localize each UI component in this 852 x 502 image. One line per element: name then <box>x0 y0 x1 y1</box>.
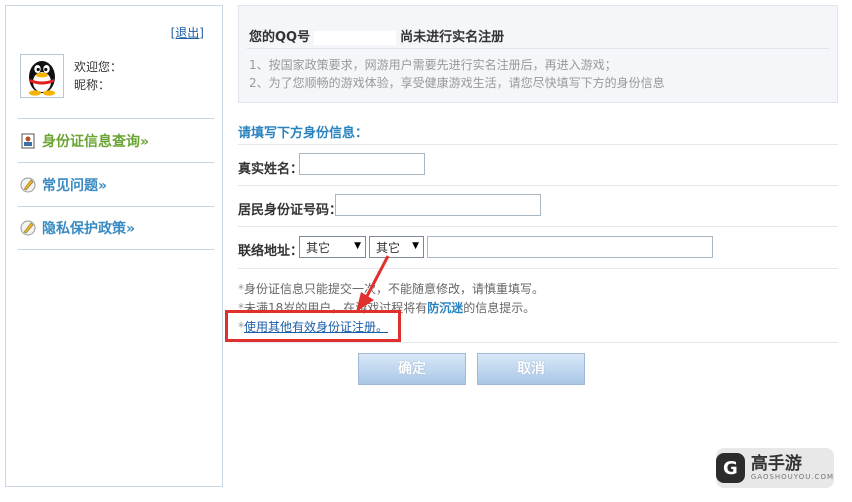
real-name-label: 真实姓名： <box>238 162 304 177</box>
notice-lines: 1、按国家政策要求，网游用户需要先进行实名注册后，再进入游戏； 2、为了您顺畅的… <box>249 56 665 92</box>
penguin-icon <box>29 61 55 96</box>
divider <box>238 226 838 227</box>
sidebar-menu: 身份证信息查询» 常见问题» 隐私保护政策» <box>18 118 214 250</box>
nickname-label: 昵称： <box>74 78 111 92</box>
divider <box>238 144 838 145</box>
brand-name: 高手游 <box>750 454 802 474</box>
pencil-icon <box>20 177 36 193</box>
user-info: 欢迎您： 昵称： <box>20 54 210 108</box>
welcome-label: 欢迎您： <box>74 60 123 74</box>
red-arrow-icon <box>356 255 390 312</box>
divider <box>238 342 838 343</box>
anti-addiction-label: 防沉迷 <box>427 301 464 315</box>
dropdown-arrow-icon: ▼ <box>412 241 419 251</box>
province-select-value: 其它 <box>306 240 331 255</box>
cancel-button[interactable]: 取消 <box>477 353 585 385</box>
sidebar-item-label: 隐私保护政策» <box>42 221 136 237</box>
id-number-label: 居民身份证号码： <box>238 203 343 218</box>
confirm-button[interactable]: 确定 <box>358 353 466 385</box>
notice-line-2: 2、为了您顺畅的游戏体验，享受健康游戏生活，请您尽快填写下方的身份信息 <box>249 76 665 90</box>
sidebar-item-privacy[interactable]: 隐私保护政策» <box>18 206 214 250</box>
address-input[interactable] <box>427 236 713 258</box>
sidebar-item-faq[interactable]: 常见问题» <box>18 162 214 206</box>
divider <box>247 48 829 49</box>
notice-title-prefix: 您的QQ号 <box>249 30 311 45</box>
masked-qq-number <box>314 30 397 45</box>
real-name-input[interactable] <box>299 153 425 175</box>
id-number-input[interactable] <box>335 194 541 216</box>
divider <box>238 268 838 269</box>
address-label: 联络地址： <box>238 244 304 259</box>
brand-logo-icon: G <box>716 453 745 483</box>
brand-text: 高手游 GAOSHOUYOU.COM <box>751 455 834 481</box>
watermark-logo: G 高手游 GAOSHOUYOU.COM <box>716 448 834 488</box>
notice-panel: 您的QQ号 尚未进行实名注册 1、按国家政策要求，网游用户需要先进行实名注册后，再… <box>238 5 838 103</box>
hint-text-2-post: 的信息提示。 <box>463 301 536 315</box>
sidebar-item-id-query[interactable]: 身份证信息查询» <box>18 118 214 162</box>
qq-penguin-avatar <box>20 54 64 98</box>
form-section-title: 请填写下方身份信息： <box>238 126 369 141</box>
sidebar-item-label: 常见问题» <box>42 177 108 194</box>
pencil-icon <box>20 220 36 236</box>
divider <box>238 185 838 186</box>
notice-title: 您的QQ号 尚未进行实名注册 <box>249 26 504 45</box>
id-card-icon <box>20 133 36 149</box>
notice-line-1: 1、按国家政策要求，网游用户需要先进行实名注册后，再进入游戏； <box>249 58 617 72</box>
sidebar: [退出] 欢迎您： 昵称： 身份证信息查询» 常见问题» 隐私保护政策» <box>5 5 223 487</box>
brand-domain: GAOSHOUYOU.COM <box>750 473 834 481</box>
sidebar-item-label: 身份证信息查询» <box>42 133 150 150</box>
user-text: 欢迎您： 昵称： <box>74 58 122 94</box>
logout-link[interactable]: [退出] <box>171 24 204 41</box>
notice-title-suffix: 尚未进行实名注册 <box>400 30 505 45</box>
